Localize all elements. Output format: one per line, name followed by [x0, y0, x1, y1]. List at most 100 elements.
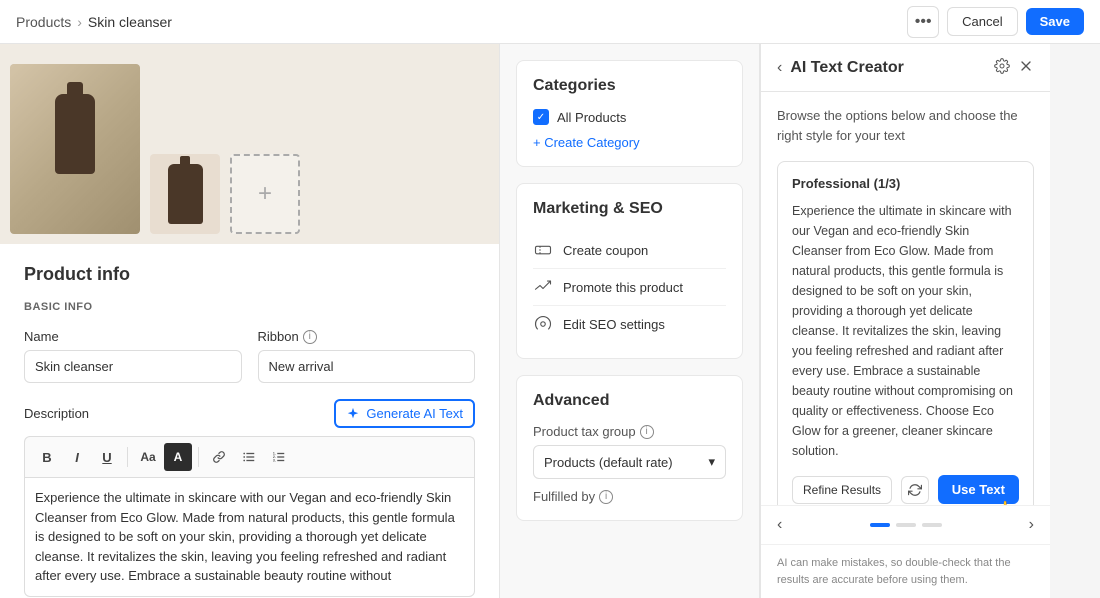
generate-ai-text-button[interactable]: Generate AI Text: [334, 399, 475, 428]
tax-group-label: Product tax group: [533, 424, 636, 439]
font-color-button[interactable]: A: [164, 443, 192, 471]
unordered-list-button[interactable]: [235, 443, 263, 471]
description-header: Description Generate AI Text: [24, 399, 475, 428]
ai-result-text: Experience the ultimate in skincare with…: [792, 201, 1019, 461]
name-label: Name: [24, 329, 242, 344]
product-info-section: Product info BASIC INFO Name Ribbon i De…: [0, 244, 499, 598]
breadcrumb: Products › Skin cleanser: [16, 14, 172, 30]
bold-button[interactable]: B: [33, 443, 61, 471]
all-products-checkbox[interactable]: ✓: [533, 109, 549, 125]
breadcrumb-parent[interactable]: Products: [16, 14, 71, 30]
ai-panel-title: AI Text Creator: [790, 59, 904, 77]
ai-settings-button[interactable]: [994, 58, 1010, 77]
name-group: Name: [24, 329, 242, 383]
refresh-icon: [908, 483, 922, 497]
cursor-icon: 👆: [997, 500, 1017, 505]
sparkle-icon: [346, 407, 360, 421]
advanced-section: Advanced Product tax group i Products (d…: [516, 375, 743, 521]
category-all-products: ✓ All Products: [533, 109, 726, 125]
section-title: Product info: [24, 264, 475, 285]
name-ribbon-row: Name Ribbon i: [24, 329, 475, 383]
create-coupon-label: Create coupon: [563, 243, 648, 258]
main-content: + Product info BASIC INFO Name Ribbon i: [0, 44, 1100, 598]
gear-icon: [994, 58, 1010, 74]
ai-header-left: ‹ AI Text Creator: [777, 59, 904, 77]
promote-product-item[interactable]: Promote this product: [533, 269, 726, 306]
ribbon-label: Ribbon i: [258, 329, 476, 344]
create-category-button[interactable]: + Create Category: [533, 135, 640, 150]
ai-footer-text: AI can make mistakes, so double-check th…: [777, 555, 1034, 588]
breadcrumb-separator: ›: [77, 14, 82, 30]
pagination-dots: [870, 523, 942, 527]
ribbon-group: Ribbon i: [258, 329, 476, 383]
more-options-button[interactable]: •••: [907, 6, 939, 38]
svg-text:3.: 3.: [273, 458, 276, 462]
ai-subtitle: Browse the options below and choose the …: [777, 106, 1034, 145]
ai-panel-body: Browse the options below and choose the …: [761, 92, 1050, 505]
all-products-label: All Products: [557, 110, 626, 125]
categories-title: Categories: [533, 77, 726, 95]
middle-panel: Categories ✓ All Products + Create Categ…: [500, 44, 760, 598]
ribbon-input[interactable]: [258, 350, 476, 383]
ai-text-creator-panel: ‹ AI Text Creator Browse the options bel…: [760, 44, 1050, 598]
ai-result-actions: Refine Results Use Text 👆: [792, 475, 1019, 504]
fulfilled-by-label: Fulfilled by: [533, 489, 595, 504]
editor-toolbar: B I U Aa A 1.2.3.: [24, 436, 475, 477]
product-thumbnail-1[interactable]: [150, 154, 220, 234]
close-icon: [1018, 58, 1034, 74]
ai-header-icons: [994, 58, 1034, 77]
breadcrumb-current: Skin cleanser: [88, 14, 172, 30]
italic-button[interactable]: I: [63, 443, 91, 471]
tax-info-icon: i: [640, 425, 654, 439]
coupon-icon: [533, 240, 553, 260]
main-product-image[interactable]: [10, 64, 140, 234]
ai-result-card: Professional (1/3) Experience the ultima…: [777, 161, 1034, 505]
refine-results-button[interactable]: Refine Results: [792, 476, 892, 504]
edit-seo-item[interactable]: Edit SEO settings: [533, 306, 726, 342]
ribbon-info-icon: i: [303, 330, 317, 344]
advanced-title: Advanced: [533, 392, 726, 410]
pagination-prev-button[interactable]: ‹: [777, 516, 782, 534]
checkmark-icon: ✓: [537, 112, 545, 123]
pagination-next-button[interactable]: ›: [1029, 516, 1034, 534]
cancel-button[interactable]: Cancel: [947, 7, 1017, 36]
page-dot-3: [922, 523, 942, 527]
page-dot-2: [896, 523, 916, 527]
chevron-down-icon: ▾: [708, 454, 715, 470]
tax-group-dropdown[interactable]: Products (default rate) ▾: [533, 445, 726, 479]
tax-group-value: Products (default rate): [544, 455, 673, 470]
ordered-list-button[interactable]: 1.2.3.: [265, 443, 293, 471]
categories-section: Categories ✓ All Products + Create Categ…: [516, 60, 743, 167]
marketing-title: Marketing & SEO: [533, 200, 726, 218]
page-dot-1: [870, 523, 890, 527]
edit-seo-label: Edit SEO settings: [563, 317, 665, 332]
ai-panel-header: ‹ AI Text Creator: [761, 44, 1050, 92]
ai-back-button[interactable]: ‹: [777, 59, 782, 77]
marketing-section: Marketing & SEO Create coupon Promote th…: [516, 183, 743, 359]
description-editor[interactable]: Experience the ultimate in skincare with…: [24, 477, 475, 597]
add-image-button[interactable]: +: [230, 154, 300, 234]
seo-icon: [533, 314, 553, 334]
link-button[interactable]: [205, 443, 233, 471]
top-bar-actions: ••• Cancel Save: [907, 6, 1084, 38]
promote-product-label: Promote this product: [563, 280, 683, 295]
ai-footer: AI can make mistakes, so double-check th…: [761, 544, 1050, 598]
font-size-button[interactable]: Aa: [134, 443, 162, 471]
basic-info-label: BASIC INFO: [24, 301, 475, 313]
left-panel: + Product info BASIC INFO Name Ribbon i: [0, 44, 500, 598]
name-input[interactable]: [24, 350, 242, 383]
use-text-button[interactable]: Use Text 👆: [938, 475, 1019, 504]
underline-button[interactable]: U: [93, 443, 121, 471]
save-button[interactable]: Save: [1026, 8, 1084, 35]
ai-result-label: Professional (1/3): [792, 176, 1019, 191]
create-coupon-item[interactable]: Create coupon: [533, 232, 726, 269]
fulfilled-info-icon: i: [599, 490, 613, 504]
top-bar: Products › Skin cleanser ••• Cancel Save: [0, 0, 1100, 44]
product-images: +: [0, 44, 499, 244]
promote-icon: [533, 277, 553, 297]
ai-close-button[interactable]: [1018, 58, 1034, 77]
ai-pagination: ‹ ›: [761, 505, 1050, 544]
refresh-button[interactable]: [901, 476, 929, 504]
description-label: Description: [24, 406, 89, 421]
toolbar-divider-1: [127, 447, 128, 467]
